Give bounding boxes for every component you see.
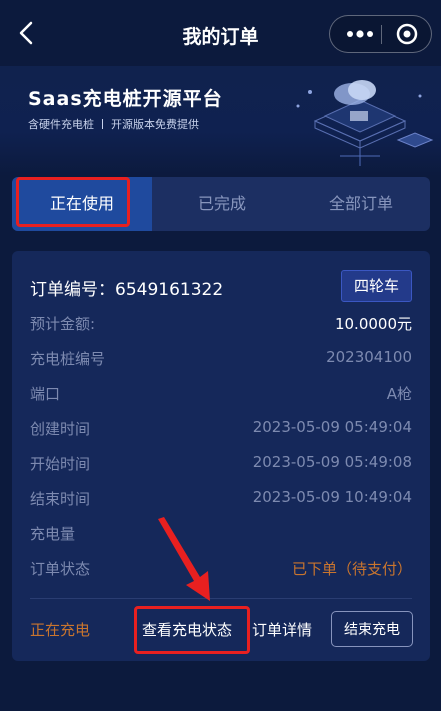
field-label: 充电量 bbox=[30, 525, 76, 543]
field-row: 结束时间 2023-05-09 10:49:04 bbox=[30, 488, 412, 512]
banner-subtitle-right: 开源版本免费提供 bbox=[111, 118, 199, 131]
banner-subtitle: 含硬件充电桩 开源版本免费提供 bbox=[28, 116, 199, 132]
field-value: 202304100 bbox=[326, 348, 412, 366]
order-card: 订单编号：6549161322 四轮车 预计金额: 10.0000元 充电桩编号… bbox=[12, 251, 430, 661]
field-value: 2023-05-09 10:49:04 bbox=[252, 488, 412, 506]
field-row: 创建时间 2023-05-09 05:49:04 bbox=[30, 418, 412, 442]
field-row: 开始时间 2023-05-09 05:49:08 bbox=[30, 453, 412, 477]
field-row: 端口 A枪 bbox=[30, 383, 412, 407]
tab-all-orders[interactable]: 全部订单 bbox=[292, 177, 430, 231]
field-label: 预计金额: bbox=[30, 315, 96, 333]
field-value: 10.0000元 bbox=[334, 315, 412, 333]
field-label: 开始时间 bbox=[30, 455, 91, 473]
server-illustration bbox=[296, 80, 434, 166]
order-number-label: 订单编号：6549161322 bbox=[30, 280, 224, 300]
end-charging-button[interactable]: 结束充电 bbox=[331, 611, 413, 647]
highlight-box-view-status bbox=[134, 606, 250, 654]
vehicle-type-badge: 四轮车 bbox=[340, 270, 412, 302]
order-detail-button[interactable]: 订单详情 bbox=[252, 619, 312, 640]
highlight-box-tab bbox=[16, 177, 130, 227]
capsule-divider bbox=[381, 25, 382, 44]
field-label: 充电桩编号 bbox=[30, 350, 106, 368]
field-value: 2023-05-09 05:49:08 bbox=[252, 453, 412, 471]
red-arrow-annotation bbox=[158, 517, 210, 601]
field-row: 订单状态 已下单（待支付） bbox=[30, 558, 412, 582]
field-label: 创建时间 bbox=[30, 420, 91, 438]
promo-banner: Saas充电桩开源平台 含硬件充电桩 开源版本免费提供 bbox=[0, 66, 441, 176]
field-value: 2023-05-09 05:49:04 bbox=[252, 418, 412, 436]
banner-divider bbox=[102, 119, 103, 129]
field-label: 订单状态 bbox=[30, 560, 91, 578]
mini-program-capsule bbox=[329, 15, 432, 53]
field-label: 结束时间 bbox=[30, 490, 91, 508]
target-icon[interactable] bbox=[395, 22, 419, 46]
field-row: 预计金额: 10.0000元 bbox=[30, 313, 412, 337]
order-number-value: 6549161322 bbox=[115, 280, 224, 300]
order-number-row: 订单编号：6549161322 四轮车 bbox=[30, 270, 412, 302]
banner-title: Saas充电桩开源平台 bbox=[28, 88, 223, 110]
more-dots-icon[interactable] bbox=[344, 24, 376, 44]
field-row: 充电桩编号 202304100 bbox=[30, 348, 412, 372]
title-bar: 我的订单 bbox=[0, 0, 441, 66]
field-label: 端口 bbox=[30, 385, 61, 403]
charging-status: 正在充电 bbox=[30, 621, 91, 639]
field-value: A枪 bbox=[386, 385, 412, 403]
tab-completed[interactable]: 已完成 bbox=[152, 177, 292, 231]
banner-subtitle-left: 含硬件充电桩 bbox=[28, 118, 94, 131]
order-status-value: 已下单（待支付） bbox=[291, 560, 412, 578]
field-row: 充电量 bbox=[30, 523, 412, 547]
divider bbox=[30, 598, 412, 599]
